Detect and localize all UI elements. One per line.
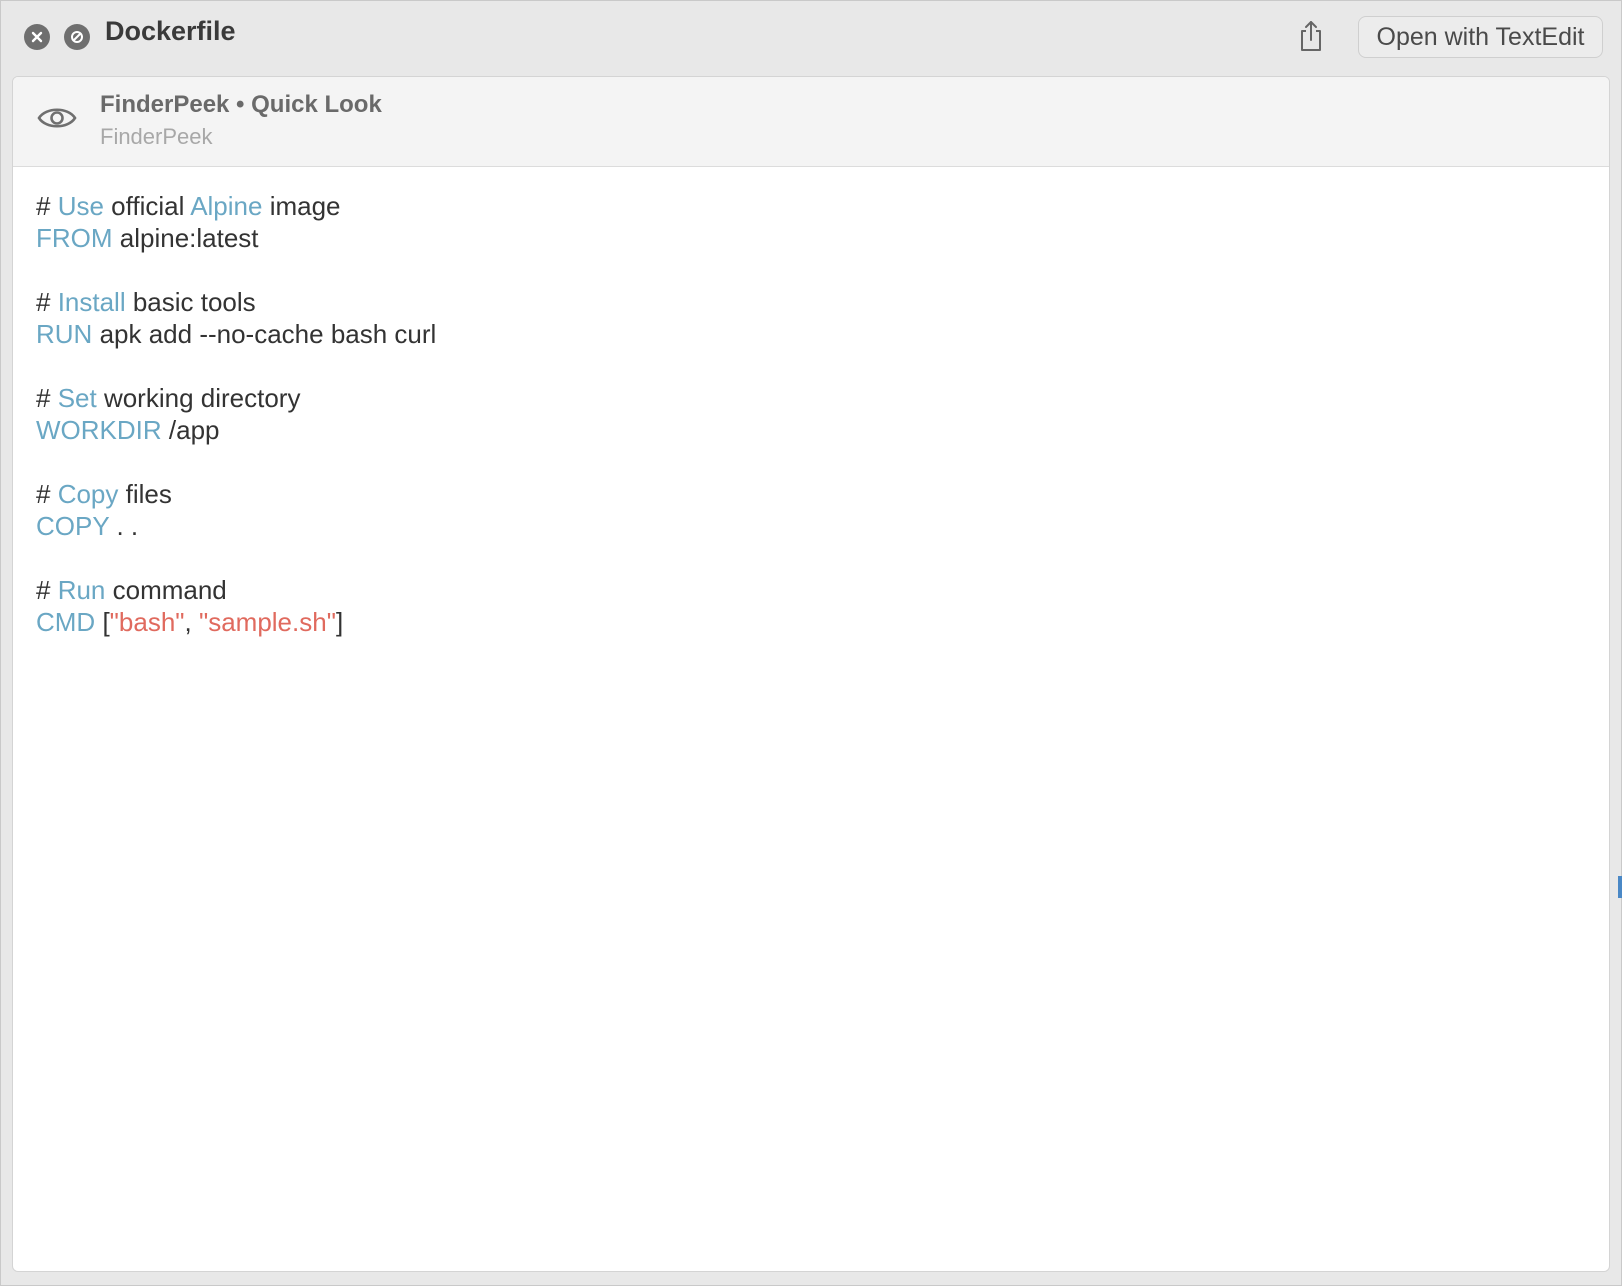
stop-icon[interactable] [64,24,90,50]
code-line: CMD ["bash", "sample.sh"] [36,606,436,638]
code-line: WORKDIR /app [36,414,436,446]
code-line: FROM alpine:latest [36,222,436,254]
code-text: basic tools [125,287,256,317]
code-text: # [36,479,58,509]
code-string: "bash" [109,607,185,637]
code-text: command [105,575,227,605]
edge-indicator [1618,876,1622,898]
code-keyword: RUN [36,319,93,349]
code-text: , [184,607,199,637]
preview-panel: FinderPeek • Quick Look FinderPeek # Use… [12,76,1610,1272]
code-line: COPY . . [36,510,436,542]
code-keyword: CMD [36,607,96,637]
code-line: RUN apk add --no-cache bash curl [36,318,436,350]
code-keyword: COPY [36,511,110,541]
code-text: # [36,383,58,413]
code-text: files [118,479,172,509]
close-icon[interactable] [24,24,50,50]
code-text: /app [161,415,220,445]
code-line: # Use official Alpine image [36,190,436,222]
code-text: alpine:latest [112,223,259,253]
code-text: ] [335,607,344,637]
quicklook-window: Dockerfile Open with TextEdit FinderPeek… [0,0,1622,1286]
code-text: official [103,191,191,221]
eye-icon [37,103,77,138]
code-keyword: Install [57,287,126,317]
quicklook-header: FinderPeek • Quick Look FinderPeek [13,77,1609,167]
code-string: "sample.sh" [198,607,336,637]
code-text: # [36,191,58,221]
title-bar: Dockerfile Open with TextEdit [1,1,1621,76]
code-keyword: WORKDIR [36,415,162,445]
code-keyword: Use [57,191,104,221]
code-keyword: Copy [57,479,119,509]
code-text: . . [109,511,139,541]
code-text: # [36,287,58,317]
code-keyword: FROM [36,223,113,253]
share-icon[interactable] [1291,16,1331,56]
code-text: image [262,191,341,221]
code-text: apk add --no-cache bash curl [92,319,437,349]
code-text: # [36,575,58,605]
code-keyword: Set [57,383,97,413]
code-line: # Run command [36,574,436,606]
code-text: working directory [96,383,301,413]
code-view: # Use official Alpine image FROM alpine:l… [36,190,436,638]
window-title: Dockerfile [105,16,236,46]
quicklook-subtitle: FinderPeek [100,124,213,149]
quicklook-title: FinderPeek • Quick Look [100,91,382,118]
code-line: # Install basic tools [36,286,436,318]
code-line: # Copy files [36,478,436,510]
code-keyword: Alpine [190,191,263,221]
open-with-textedit-button[interactable]: Open with TextEdit [1358,16,1603,58]
code-line: # Set working directory [36,382,436,414]
code-keyword: Run [57,575,106,605]
code-text: [ [95,607,110,637]
